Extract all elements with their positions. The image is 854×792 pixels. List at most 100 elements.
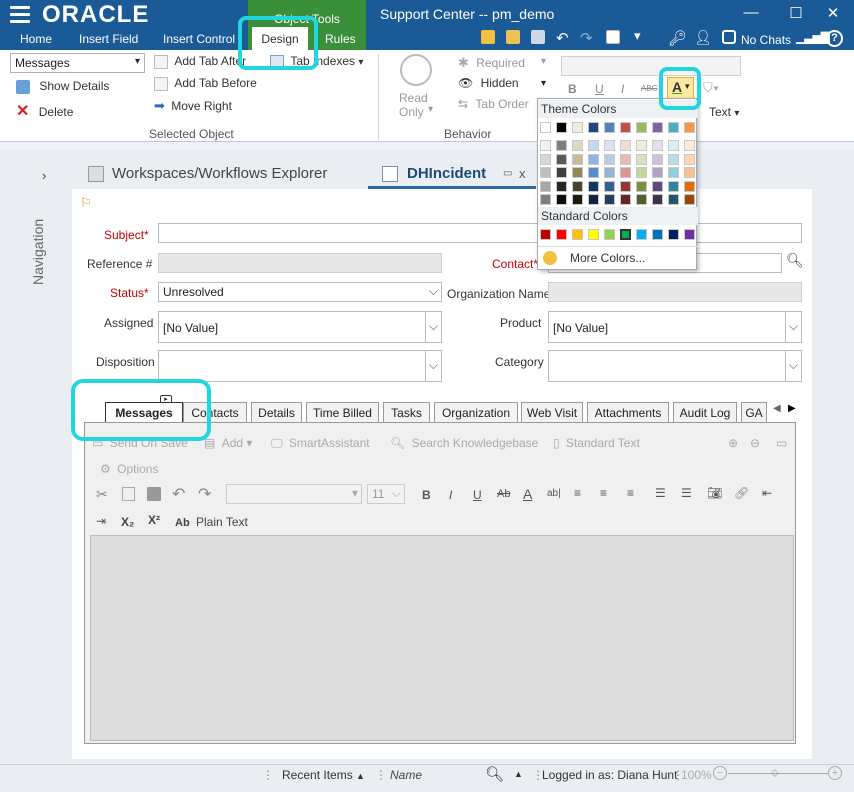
scroll-tabs-left-icon[interactable]: ◀	[773, 403, 781, 414]
theme-color-swatch[interactable]	[684, 122, 695, 133]
quick-search-type[interactable]: Name	[390, 768, 422, 782]
theme-color-swatch[interactable]	[604, 122, 615, 133]
theme-shade-swatch[interactable]	[652, 140, 663, 151]
theme-shade-swatch[interactable]	[604, 194, 615, 205]
help-icon[interactable]: ?	[826, 30, 843, 47]
message-editor-area[interactable]	[90, 535, 794, 741]
standard-color-swatch[interactable]	[684, 229, 695, 240]
tab-dhincident[interactable]: DHIncident	[407, 165, 486, 182]
standard-color-swatch[interactable]	[668, 229, 679, 240]
save-new-icon[interactable]	[531, 30, 545, 44]
theme-shade-swatch[interactable]	[540, 167, 551, 178]
standard-color-swatch[interactable]	[572, 229, 583, 240]
form-tab-organization[interactable]: Organization	[434, 402, 518, 422]
expand-icon[interactable]: ⊕	[728, 436, 738, 450]
theme-shade-swatch[interactable]	[604, 153, 615, 165]
search-icon[interactable]: 🔍︎	[786, 252, 804, 269]
theme-shade-swatch[interactable]	[588, 167, 599, 178]
align-center-icon[interactable]: ≡	[600, 486, 607, 500]
theme-shade-swatch[interactable]	[604, 167, 615, 178]
editor-underline-button[interactable]: U	[473, 488, 482, 502]
theme-shade-swatch[interactable]	[652, 194, 663, 205]
hamburger-menu-icon[interactable]	[10, 6, 30, 23]
user-icon[interactable]: 👤︎	[694, 29, 712, 46]
read-only-button[interactable]: Read Only	[399, 91, 428, 119]
search-knowledgebase-button[interactable]: 🔍︎ Search Knowledgebase	[390, 436, 538, 450]
align-right-icon[interactable]: ≡	[627, 486, 634, 500]
tab-insert-control[interactable]: Insert Control	[163, 32, 235, 46]
theme-shade-swatch[interactable]	[620, 140, 631, 151]
form-tab-audit-log[interactable]: Audit Log	[673, 402, 737, 422]
theme-color-swatch[interactable]	[636, 122, 647, 133]
form-tab-web-visit[interactable]: Web Visit	[521, 402, 583, 422]
standard-color-swatch[interactable]	[636, 229, 647, 240]
tab-home[interactable]: Home	[20, 32, 52, 46]
theme-shade-swatch[interactable]	[620, 167, 631, 178]
add-tab-before-button[interactable]: Add Tab Before	[154, 76, 257, 91]
superscript-button[interactable]: X²	[148, 513, 160, 527]
theme-color-swatch[interactable]	[556, 122, 567, 133]
bullet-list-icon[interactable]: ☰	[655, 486, 666, 500]
selected-object-dropdown[interactable]: Messages ▾	[10, 53, 145, 73]
recent-items-button[interactable]: Recent Items ▲	[282, 768, 365, 782]
theme-shade-swatch[interactable]	[668, 180, 679, 192]
theme-shade-swatch[interactable]	[540, 140, 551, 151]
editor-font-size-dropdown[interactable]: 11 ⌵	[367, 484, 405, 504]
expand-nav-chevron-icon[interactable]: ›	[42, 168, 46, 183]
theme-shade-swatch[interactable]	[572, 140, 583, 151]
status-dropdown[interactable]: Unresolved ⌵	[158, 282, 442, 302]
theme-shade-swatch[interactable]	[652, 180, 663, 192]
theme-shade-swatch[interactable]	[588, 153, 599, 165]
italic-button[interactable]: I	[621, 82, 624, 96]
close-window-button[interactable]: ✕	[822, 4, 844, 22]
tab-insert-field[interactable]: Insert Field	[79, 32, 138, 46]
theme-shade-swatch[interactable]	[556, 140, 567, 151]
popout-icon[interactable]: ▭	[503, 168, 512, 179]
theme-shade-swatch[interactable]	[540, 153, 551, 165]
form-tab-tasks[interactable]: Tasks	[383, 402, 430, 422]
scroll-tabs-right-icon[interactable]: ▶	[788, 403, 796, 414]
theme-shade-swatch[interactable]	[588, 180, 599, 192]
theme-shade-swatch[interactable]	[572, 180, 583, 192]
standard-color-swatch[interactable]	[604, 229, 615, 240]
theme-shade-swatch[interactable]	[636, 167, 647, 178]
theme-shade-swatch[interactable]	[668, 140, 679, 151]
camera-icon[interactable]: 📷︎	[707, 486, 722, 500]
outdent-icon[interactable]: ⇤	[762, 486, 772, 500]
font-family-dropdown[interactable]	[561, 56, 741, 76]
theme-shade-swatch[interactable]	[684, 153, 695, 165]
zoom-in-button[interactable]: +	[828, 766, 842, 780]
save-icon[interactable]	[481, 30, 495, 44]
theme-shade-swatch[interactable]	[604, 140, 615, 151]
flag-icon[interactable]: ⚐	[80, 195, 92, 211]
disposition-dropdown[interactable]: ⌵	[158, 350, 442, 382]
theme-shade-swatch[interactable]	[556, 167, 567, 178]
theme-shade-swatch[interactable]	[620, 194, 631, 205]
redo-icon[interactable]: ↷	[198, 484, 211, 504]
assigned-dropdown[interactable]: [No Value] ⌵	[158, 311, 442, 343]
theme-shade-swatch[interactable]	[684, 180, 695, 192]
theme-shade-swatch[interactable]	[684, 194, 695, 205]
standard-color-swatch[interactable]	[652, 229, 663, 240]
standard-color-swatch[interactable]	[588, 229, 599, 240]
numbered-list-icon[interactable]: ☰	[681, 486, 692, 500]
key-icon[interactable]: 🔑︎	[668, 29, 687, 47]
fill-color-icon[interactable]: ⛉▾	[703, 80, 719, 96]
tab-workspaces-explorer[interactable]: Workspaces/Workflows Explorer	[112, 165, 327, 182]
form-tab-details[interactable]: Details	[251, 402, 302, 422]
quick-access-menu-icon[interactable]: ▾	[634, 28, 641, 44]
more-colors-button[interactable]: More Colors...	[570, 251, 645, 265]
move-right-button[interactable]: ➡ Move Right	[154, 98, 232, 114]
theme-shade-swatch[interactable]	[636, 194, 647, 205]
theme-shade-swatch[interactable]	[668, 167, 679, 178]
theme-color-swatch[interactable]	[620, 122, 631, 133]
theme-shade-swatch[interactable]	[620, 180, 631, 192]
print-icon[interactable]	[606, 30, 620, 44]
subscript-button[interactable]: X₂	[121, 515, 134, 529]
theme-shade-swatch[interactable]	[604, 180, 615, 192]
theme-shade-swatch[interactable]	[556, 153, 567, 165]
theme-shade-swatch[interactable]	[636, 140, 647, 151]
editor-strikethrough-button[interactable]: Ab	[497, 488, 510, 500]
editor-bold-button[interactable]: B	[422, 488, 431, 502]
category-dropdown[interactable]: ⌵	[548, 350, 802, 382]
